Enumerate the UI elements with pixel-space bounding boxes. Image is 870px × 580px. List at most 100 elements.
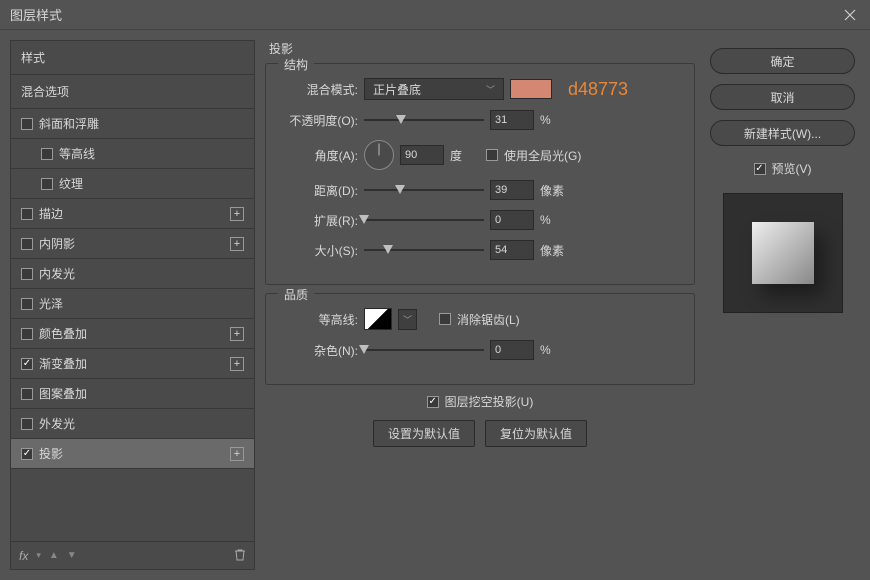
style-item-8[interactable]: 渐变叠加 +: [11, 349, 254, 379]
blend-mode-select[interactable]: 正片叠底 ﹀: [364, 78, 504, 100]
style-checkbox[interactable]: [21, 448, 33, 460]
style-checkbox[interactable]: [21, 418, 33, 430]
size-field[interactable]: 54: [490, 240, 534, 260]
new-style-button[interactable]: 新建样式(W)...: [710, 120, 855, 146]
style-item-9[interactable]: 图案叠加: [11, 379, 254, 409]
distance-label: 距离(D):: [278, 182, 358, 199]
close-icon: [844, 9, 856, 21]
action-panel: 确定 取消 新建样式(W)... 预览(V): [705, 40, 860, 570]
styles-footer: fx ▾ ▲ ▼: [11, 541, 254, 569]
contour-label: 等高线:: [278, 311, 358, 328]
trash-icon[interactable]: [234, 548, 246, 564]
style-item-0[interactable]: 斜面和浮雕: [11, 109, 254, 139]
cancel-button[interactable]: 取消: [710, 84, 855, 110]
angle-dial[interactable]: [364, 140, 394, 170]
preview-checkbox[interactable]: [754, 163, 766, 175]
style-checkbox[interactable]: [41, 148, 53, 160]
style-item-11[interactable]: 投影 +: [11, 439, 254, 469]
antialias-checkbox[interactable]: [439, 313, 451, 325]
style-label: 光泽: [39, 295, 63, 312]
shadow-color-swatch[interactable]: [510, 79, 552, 99]
style-label: 外发光: [39, 415, 75, 432]
preview-box: [723, 193, 843, 313]
spread-unit: %: [540, 213, 570, 227]
style-checkbox[interactable]: [21, 328, 33, 340]
styles-header[interactable]: 样式: [11, 41, 254, 75]
opacity-label: 不透明度(O):: [278, 112, 358, 129]
quality-legend: 品质: [278, 286, 314, 303]
fx-label[interactable]: fx: [19, 549, 28, 563]
style-checkbox[interactable]: [21, 118, 33, 130]
chevron-down-icon[interactable]: ▾: [36, 550, 41, 561]
structure-group: 结构 混合模式: 正片叠底 ﹀ d48773 不透明度(O): 31 % 角度(…: [265, 63, 695, 285]
structure-legend: 结构: [278, 56, 314, 73]
spread-field[interactable]: 0: [490, 210, 534, 230]
window-title: 图层样式: [10, 5, 840, 24]
spread-label: 扩展(R):: [278, 212, 358, 229]
size-slider[interactable]: [364, 243, 484, 257]
knockout-checkbox[interactable]: [427, 396, 439, 408]
style-checkbox[interactable]: [21, 238, 33, 250]
chevron-down-icon: ﹀: [486, 83, 495, 96]
close-button[interactable]: [840, 5, 860, 25]
contour-swatch[interactable]: [364, 308, 392, 330]
spread-slider[interactable]: [364, 213, 484, 227]
style-item-7[interactable]: 颜色叠加+: [11, 319, 254, 349]
blend-mode-label: 混合模式:: [278, 81, 358, 98]
distance-field[interactable]: 39: [490, 180, 534, 200]
global-light-label: 使用全局光(G): [504, 147, 581, 164]
style-item-10[interactable]: 外发光: [11, 409, 254, 439]
style-item-5[interactable]: 内发光: [11, 259, 254, 289]
style-label: 斜面和浮雕: [39, 115, 99, 132]
style-label: 描边: [39, 205, 63, 222]
opacity-field[interactable]: 31: [490, 110, 534, 130]
distance-slider[interactable]: [364, 183, 484, 197]
style-label: 投影: [39, 445, 63, 462]
global-light-checkbox[interactable]: [486, 149, 498, 161]
styles-panel: 样式 混合选项 斜面和浮雕等高线纹理描边+内阴影+内发光光泽颜色叠加+渐变叠加+…: [10, 40, 255, 570]
style-item-1[interactable]: 等高线: [11, 139, 254, 169]
size-unit: 像素: [540, 242, 570, 259]
style-label: 渐变叠加: [39, 355, 87, 372]
style-checkbox[interactable]: [21, 298, 33, 310]
preview-label: 预览(V): [772, 160, 812, 177]
noise-unit: %: [540, 343, 570, 357]
angle-unit: 度: [450, 147, 480, 164]
make-default-button[interactable]: 设置为默认值: [373, 420, 475, 447]
opacity-unit: %: [540, 113, 570, 127]
noise-slider[interactable]: [364, 343, 484, 357]
distance-unit: 像素: [540, 182, 570, 199]
color-annotation: d48773: [568, 79, 628, 100]
knockout-label: 图层挖空投影(U): [445, 393, 534, 410]
antialias-label: 消除锯齿(L): [457, 311, 520, 328]
add-instance-button[interactable]: +: [230, 207, 244, 221]
style-checkbox[interactable]: [21, 358, 33, 370]
noise-field[interactable]: 0: [490, 340, 534, 360]
style-checkbox[interactable]: [21, 268, 33, 280]
title-bar: 图层样式: [0, 0, 870, 30]
add-instance-button[interactable]: +: [230, 357, 244, 371]
ok-button[interactable]: 确定: [710, 48, 855, 74]
style-checkbox[interactable]: [21, 388, 33, 400]
chevron-down-icon[interactable]: ﹀: [398, 309, 417, 330]
style-checkbox[interactable]: [41, 178, 53, 190]
opacity-slider[interactable]: [364, 113, 484, 127]
style-item-4[interactable]: 内阴影+: [11, 229, 254, 259]
reset-default-button[interactable]: 复位为默认值: [485, 420, 587, 447]
add-instance-button[interactable]: +: [230, 447, 244, 461]
add-instance-button[interactable]: +: [230, 327, 244, 341]
style-checkbox[interactable]: [21, 208, 33, 220]
style-item-2[interactable]: 纹理: [11, 169, 254, 199]
angle-field[interactable]: 90: [400, 145, 444, 165]
arrow-down-icon[interactable]: ▼: [67, 550, 77, 561]
style-list: 斜面和浮雕等高线纹理描边+内阴影+内发光光泽颜色叠加+渐变叠加+图案叠加外发光投…: [11, 109, 254, 541]
noise-label: 杂色(N):: [278, 342, 358, 359]
style-item-6[interactable]: 光泽: [11, 289, 254, 319]
quality-group: 品质 等高线: ﹀ 消除锯齿(L) 杂色(N): 0 %: [265, 293, 695, 385]
blend-options[interactable]: 混合选项: [11, 75, 254, 109]
arrow-up-icon[interactable]: ▲: [49, 550, 59, 561]
add-instance-button[interactable]: +: [230, 237, 244, 251]
style-item-3[interactable]: 描边 +: [11, 199, 254, 229]
section-title: 投影: [265, 40, 695, 57]
preview-swatch: [752, 222, 814, 284]
